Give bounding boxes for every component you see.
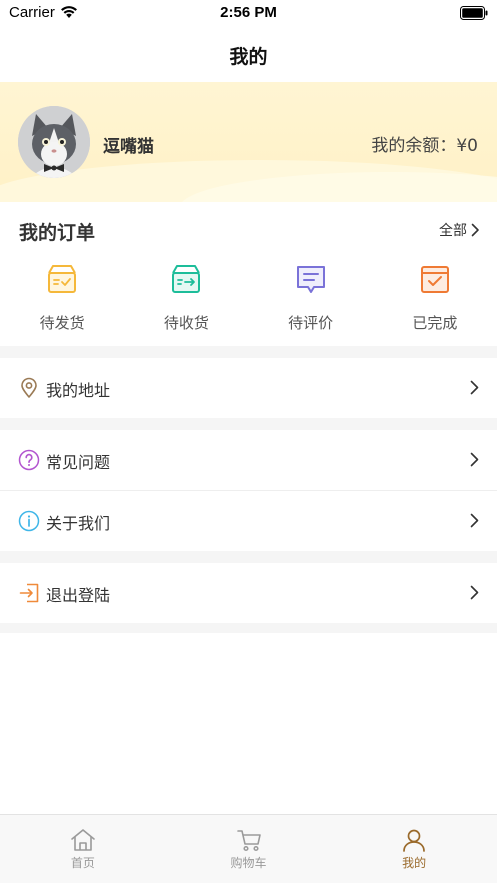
menu-item-label: 关于我们	[46, 514, 111, 533]
comment-icon	[296, 266, 325, 293]
username: 逗嘴猫	[103, 137, 154, 157]
order-item-label: 待发货	[39, 314, 85, 332]
order-item-pending-review[interactable]: 待评价	[249, 262, 373, 342]
section-gap	[0, 623, 497, 633]
tab-bar: 首页 购物车 我的	[0, 814, 497, 883]
tab-label: 首页	[70, 856, 95, 870]
orders-title: 我的订单	[19, 222, 96, 244]
status-bar: Carrier 2:56 PM	[0, 0, 497, 26]
order-status-row: 待发货 待收货 待评价 已完成	[0, 262, 497, 342]
profile-header: 逗嘴猫 我的余额：¥0	[0, 82, 497, 202]
logout-icon	[19, 583, 39, 603]
section-gap	[0, 551, 497, 563]
battery-icon	[460, 5, 488, 24]
home-icon	[71, 829, 95, 851]
status-time: 2:56 PM	[220, 4, 277, 21]
order-item-label: 待评价	[288, 314, 334, 332]
tab-label: 购物车	[230, 856, 267, 870]
tab-label: 我的	[402, 856, 427, 870]
order-item-label: 已完成	[412, 314, 458, 332]
menu-item-label: 常见问题	[46, 453, 111, 472]
chevron-right-icon	[470, 452, 479, 467]
menu-item-label: 退出登陆	[46, 586, 111, 605]
tab-home[interactable]: 首页	[0, 815, 166, 883]
cart-icon	[236, 830, 261, 852]
box-check-icon	[48, 265, 77, 293]
balance-label: 我的余额：	[371, 136, 457, 156]
menu-item-label: 我的地址	[46, 381, 111, 400]
section-gap	[0, 346, 497, 358]
chevron-right-icon	[470, 585, 479, 600]
balance: 我的余额：¥0	[371, 131, 478, 156]
orders-header: 我的订单 全部	[0, 202, 497, 254]
tab-cart[interactable]: 购物车	[166, 815, 332, 883]
calendar-check-icon	[420, 266, 449, 293]
chevron-right-icon	[470, 380, 479, 395]
tab-mine[interactable]: 我的	[331, 815, 497, 883]
cat-avatar-icon	[18, 106, 90, 178]
chevron-right-icon	[470, 513, 479, 528]
menu-item-faq[interactable]: 常见问题	[0, 430, 497, 490]
page-title: 我的	[229, 46, 268, 68]
person-icon	[403, 829, 426, 852]
order-item-completed[interactable]: 已完成	[373, 262, 497, 342]
order-item-pending-receipt[interactable]: 待收货	[124, 262, 248, 342]
location-pin-icon	[21, 377, 37, 398]
menu-item-logout[interactable]: 退出登陆	[0, 563, 497, 623]
orders-all-label: 全部	[439, 223, 467, 239]
box-arrow-icon	[172, 265, 201, 293]
order-item-pending-shipment[interactable]: 待发货	[0, 262, 124, 342]
menu-item-address[interactable]: 我的地址	[0, 358, 497, 418]
info-circle-icon	[18, 510, 40, 532]
order-item-label: 待收货	[163, 314, 209, 332]
menu-item-about[interactable]: 关于我们	[0, 491, 497, 551]
avatar[interactable]	[18, 106, 90, 178]
orders-all-link[interactable]: 全部	[439, 220, 480, 240]
section-gap	[0, 418, 497, 430]
balance-value: ¥0	[456, 136, 478, 156]
nav-bar: 我的	[0, 26, 497, 82]
question-circle-icon	[18, 449, 40, 471]
chevron-right-icon	[471, 223, 479, 237]
